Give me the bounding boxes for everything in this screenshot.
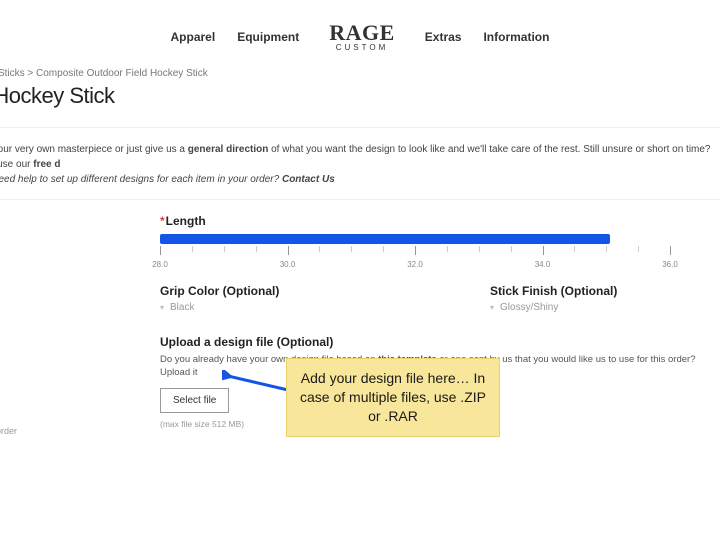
nav-apparel[interactable]: Apparel: [171, 30, 216, 44]
stick-finish-dropdown[interactable]: ▾ Glossy/Shiny: [490, 302, 720, 313]
required-star: *: [160, 214, 165, 228]
grip-color-value: Black: [170, 302, 194, 313]
logo-brand: RAGE: [329, 22, 395, 44]
breadcrumb[interactable]: ey > Sticks > Composite Outdoor Field Ho…: [0, 60, 720, 83]
length-slider[interactable]: 28.030.032.034.036.0: [160, 234, 680, 272]
nav-extras[interactable]: Extras: [425, 30, 462, 44]
slider-track[interactable]: [160, 234, 610, 244]
top-nav: Apparel Equipment RAGE CUSTOM Extras Inf…: [0, 0, 720, 60]
upload-label: Upload a design file (Optional): [160, 335, 720, 349]
stick-finish-label: Stick Finish (Optional): [490, 284, 720, 298]
logo[interactable]: RAGE CUSTOM: [321, 22, 403, 52]
select-file-button[interactable]: Select file: [160, 388, 229, 413]
slider-tick-labels: 28.030.032.034.036.0: [160, 260, 670, 272]
annotation-callout: Add your design file here… In case of mu…: [286, 358, 500, 437]
sidebar-order-hint: your order: [0, 426, 17, 436]
page-title: d Hockey Stick: [0, 83, 720, 128]
grip-color-dropdown[interactable]: ▾ Black: [160, 302, 390, 313]
length-label: *Length: [160, 214, 720, 228]
nav-equipment[interactable]: Equipment: [237, 30, 299, 44]
contact-us-link[interactable]: Contact Us: [282, 174, 335, 185]
grip-color-label: Grip Color (Optional): [160, 284, 390, 298]
chevron-down-icon: ▾: [490, 303, 494, 312]
stick-finish-value: Glossy/Shiny: [500, 302, 558, 313]
slider-ticks: [160, 246, 670, 260]
intro-text: ate your very own masterpiece or just gi…: [0, 128, 720, 191]
chevron-down-icon: ▾: [160, 303, 164, 312]
logo-subtext: CUSTOM: [336, 44, 389, 52]
nav-information[interactable]: Information: [483, 30, 549, 44]
divider: [0, 199, 720, 200]
